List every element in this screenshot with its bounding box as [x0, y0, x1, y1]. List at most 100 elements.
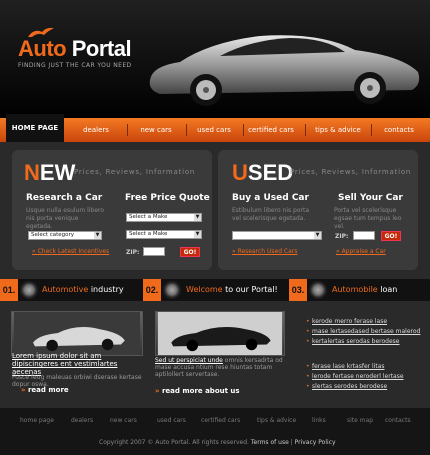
nav-separator — [186, 124, 187, 136]
side-link-4[interactable]: ferase lase krtasfer litas — [306, 363, 384, 370]
footer-link-tips[interactable]: tips & advice — [257, 417, 296, 424]
privacy-link[interactable]: Privacy Policy — [295, 439, 336, 446]
footer-link-certified[interactable]: certified cars — [201, 417, 240, 424]
nav-separator — [305, 124, 306, 136]
category-select[interactable]: Select category ▼ — [28, 231, 102, 240]
wheel-icon — [163, 281, 181, 299]
section-strip: 01. Automotive industry 02. Welcome to o… — [0, 279, 430, 301]
nav-tips-advice[interactable]: tips & advice — [309, 118, 367, 142]
read-more-about-us-label: read more about us — [161, 387, 240, 395]
side-link-5[interactable]: lerode fertase neroderl lertase — [306, 373, 403, 380]
feature-2-title[interactable]: Sed ut perspiciat unde — [155, 357, 223, 364]
new-rest: EW — [39, 160, 76, 185]
site-logo[interactable]: Auto Portal — [18, 36, 132, 62]
section-title-2: Welcome to our Portal! — [186, 285, 278, 294]
nav-dealers[interactable]: dealers — [72, 118, 120, 142]
section-title-2-rest: to our Portal! — [222, 285, 278, 294]
dropdown-arrow-icon: ▼ — [194, 214, 201, 221]
nav-home-page[interactable]: HOME PAGE — [6, 114, 64, 142]
used-first-letter: U — [232, 160, 248, 185]
wheel-icon — [309, 281, 327, 299]
zip-label-used: ZIP: — [335, 233, 349, 240]
bullet-arrows-icon: » — [21, 386, 28, 394]
footer: home page dealers new cars used cars cer… — [0, 408, 430, 455]
research-used-link[interactable]: » Research Used Cars — [232, 248, 297, 255]
terms-link[interactable]: Terms of use — [251, 439, 289, 446]
section-number-3: 03. — [289, 279, 307, 301]
logo-text-portal: Portal — [71, 36, 132, 61]
feature-car-image-1[interactable] — [11, 311, 143, 356]
category-select-value: Select category — [31, 232, 75, 238]
feature-car-image-2[interactable] — [155, 311, 285, 356]
buy-used-text: Estibulum libero nis porta vel scelerisq… — [232, 207, 309, 222]
sell-car-text: Porta vel scelerisque egsae tum tempus l… — [334, 207, 402, 230]
side-link-6[interactable]: slertas serodes berodese — [306, 383, 387, 390]
research-car-title: Research a Car — [26, 193, 103, 203]
footer-link-site-map[interactable]: site map — [347, 417, 373, 424]
section-title-1-highlight: Automotive — [42, 285, 89, 294]
zip-input-used[interactable] — [353, 231, 375, 240]
side-link-2[interactable]: mase lertasedased bertase malerod — [306, 328, 420, 335]
hero-car-image — [149, 35, 420, 106]
nav-contacts[interactable]: contacts — [375, 118, 423, 142]
footer-link-dealers[interactable]: dealers — [71, 417, 93, 424]
new-heading: NEW — [24, 160, 75, 186]
check-incentives-label: Check Latest Incentives — [37, 248, 110, 255]
sell-car-title: Sell Your Car — [338, 193, 403, 203]
go-button-used[interactable]: GO! — [381, 231, 401, 241]
free-quote-title: Free Price Quote — [125, 193, 210, 203]
nav-used-cars[interactable]: used cars — [190, 118, 238, 142]
make-select-1-value: Select a Make — [129, 214, 168, 220]
read-more-about-us-link[interactable]: » read more about us — [155, 387, 240, 395]
feature-2-text: Sed ut perspiciat unde omnis kersadrta o… — [155, 357, 285, 378]
section-title-1: Automotive industry — [42, 285, 124, 294]
dropdown-arrow-icon: ▼ — [314, 232, 321, 239]
footer-link-home[interactable]: home page — [20, 417, 54, 424]
new-subtitle: Prices, Reviews, Information — [74, 168, 196, 176]
footer-link-new-cars[interactable]: new cars — [110, 417, 137, 424]
dropdown-arrow-icon: ▼ — [94, 232, 101, 239]
make-select-2-value: Select a Make — [129, 231, 168, 237]
make-select-2[interactable]: Select a Make ▼ — [126, 230, 202, 239]
logo-text-auto: Auto — [18, 36, 67, 61]
used-select[interactable]: ▼ — [232, 231, 322, 240]
copyright-text: Copyright 2007 © Auto Portal. All rights… — [99, 439, 249, 446]
copyright: Copyright 2007 © Auto Portal. All rights… — [99, 439, 336, 446]
make-select-1[interactable]: Select a Make ▼ — [126, 213, 202, 222]
nav-separator — [243, 124, 244, 136]
check-incentives-link[interactable]: » Check Latest Incentives — [32, 248, 109, 255]
appraise-car-link[interactable]: » Appraise a Car — [336, 248, 386, 255]
tagline: FINDING JUST THE CAR YOU NEED — [18, 62, 132, 69]
read-more-link[interactable]: » read more — [21, 386, 69, 394]
nav-separator — [127, 124, 128, 136]
dropdown-arrow-icon: ▼ — [194, 231, 201, 238]
section-title-3-highlight: Automobile — [332, 285, 378, 294]
side-link-3[interactable]: kertalertas serodas berodese — [306, 338, 399, 345]
feature-1-title[interactable]: Lorem ipsum dolor sit am dipiscingeres e… — [12, 352, 147, 376]
side-link-1[interactable]: kerode merro ferase lase — [306, 318, 387, 325]
section-title-2-highlight: Welcome — [186, 285, 223, 294]
zip-label-new: ZIP: — [126, 249, 140, 256]
read-more-label: read more — [27, 386, 69, 394]
footer-link-used-cars[interactable]: used cars — [157, 417, 186, 424]
footer-link-links[interactable]: links — [312, 417, 326, 424]
appraise-car-label: Appraise a Car — [341, 248, 386, 255]
nav-new-cars[interactable]: new cars — [132, 118, 180, 142]
new-first-letter: N — [24, 160, 40, 185]
footer-link-contacts[interactable]: contacts — [385, 417, 411, 424]
nav-certified-cars[interactable]: certified cars — [245, 118, 297, 142]
research-car-text: Usque nulla esulum libero nis porta veni… — [26, 207, 104, 230]
section-title-1-rest: industry — [88, 285, 124, 294]
section-number-1: 01. — [0, 279, 18, 301]
buy-used-title: Buy a Used Car — [232, 193, 309, 203]
zip-input-new[interactable] — [143, 247, 165, 256]
used-subtitle: Prices, Reviews, Information — [290, 168, 412, 176]
used-rest: SED — [247, 160, 294, 185]
header: Auto Portal FINDING JUST THE CAR YOU NEE… — [0, 0, 430, 118]
go-button-new[interactable]: GO! — [180, 247, 200, 257]
nav-separator — [371, 124, 372, 136]
main-nav: HOME PAGE dealers new cars used cars cer… — [0, 114, 430, 142]
research-used-label: Research Used Cars — [237, 248, 298, 255]
section-title-3: Automobile loan — [332, 285, 397, 294]
bullet-arrows-icon: » — [155, 387, 162, 395]
